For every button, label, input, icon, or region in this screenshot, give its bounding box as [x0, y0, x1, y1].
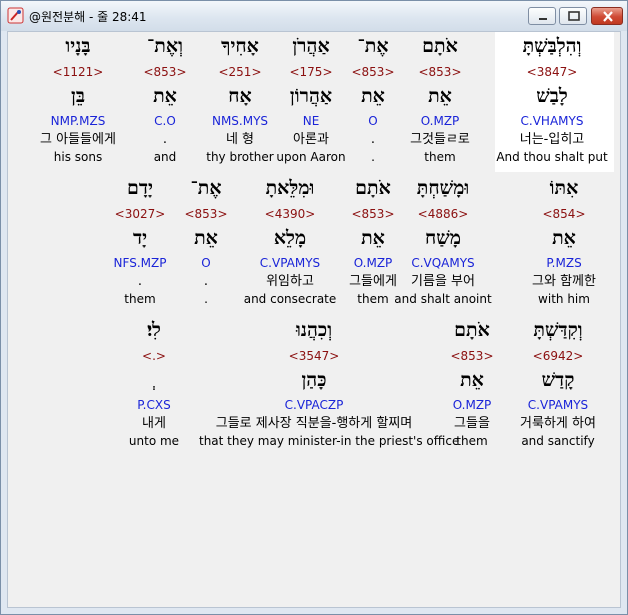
morph-code: C.VPACZP — [284, 398, 344, 412]
close-button[interactable] — [591, 7, 623, 25]
word-cell[interactable]: לִי׃<.>ְP.CXS내게unto me — [99, 318, 209, 453]
maximize-icon — [568, 11, 580, 21]
lemma-word: אֵת — [460, 369, 484, 391]
title-bar[interactable]: @원전분해 - 줄 28:41 — [1, 1, 627, 31]
hebrew-word: לִי׃ — [147, 319, 161, 341]
word-cell[interactable]: וְכִהֲנוּ <3547> כָּהַן C.VPACZP 그들로 제사장 직분을… — [199, 318, 459, 453]
window-title: @원전분해 - 줄 28:41 — [29, 10, 147, 24]
maximize-button[interactable] — [559, 7, 587, 25]
english-gloss: them — [124, 292, 156, 306]
app-window: @원전분해 - 줄 28:41 וְהִלְבַּשְׁתָּ <3847> לָב… — [0, 0, 628, 615]
minimize-button[interactable] — [528, 7, 556, 25]
lemma-word: בֵּן — [71, 85, 85, 107]
lemma-word: כָּהַן — [301, 369, 327, 391]
word-cell[interactable]: אֹתָם <853> אֵת O.MZP 그들을 them — [417, 318, 527, 453]
app-icon — [7, 7, 24, 24]
morph-code: NFS.MZP — [113, 256, 167, 270]
strong-number: <3027> — [114, 207, 166, 221]
korean-gloss: . — [137, 274, 143, 289]
morph-code: O.MZP — [452, 398, 492, 412]
word-cell[interactable]: בָּנָיו <1121> בֵּן NMP.MZS 그 아들들에게 his sons — [23, 34, 133, 169]
english-gloss: his sons — [53, 150, 103, 164]
hebrew-word: יָדָם — [127, 177, 153, 199]
interlinear-panel[interactable]: וְהִלְבַּשְׁתָּ <3847> לָבַשׁ C.VHAMYS 너는-입히… — [7, 31, 621, 608]
morph-code: NMP.MZS — [50, 114, 106, 128]
korean-gloss: 그 아들들에게 — [40, 132, 116, 147]
hebrew-word: אֹתָם — [454, 319, 490, 341]
close-icon — [603, 11, 613, 22]
word-cell[interactable]: יָדָם <3027> יָד NFS.MZP. them — [85, 176, 195, 311]
strong-number: <1121> — [52, 65, 104, 79]
english-gloss: unto me — [128, 434, 180, 448]
hebrew-word: וְכִהֲנוּ — [295, 319, 333, 341]
lemma-word: יָד — [132, 227, 148, 249]
korean-gloss: 내게 — [142, 416, 166, 431]
lemma-word: ְ — [69, 368, 239, 392]
morph-code: P.CXS — [137, 398, 171, 412]
minimize-icon — [539, 18, 547, 20]
strong-number: <3547> — [288, 349, 340, 363]
hebrew-word: בָּנָיו — [65, 35, 91, 57]
strong-number: <853> — [450, 349, 494, 363]
strong-number: <.> — [142, 349, 166, 363]
